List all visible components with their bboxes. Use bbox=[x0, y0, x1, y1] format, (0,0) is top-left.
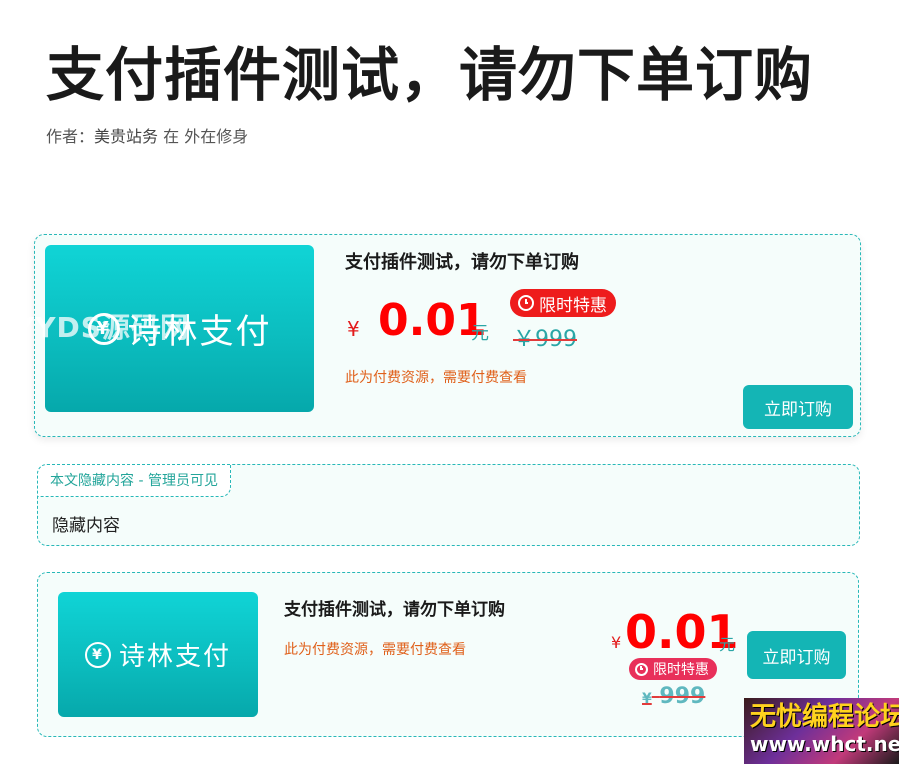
meta-prefix: 作者： bbox=[46, 127, 95, 146]
page-title: 支付插件测试，请勿下单订购 bbox=[46, 41, 814, 109]
product-title: 支付插件测试，请勿下单订购 bbox=[284, 600, 505, 620]
buy-now-button[interactable]: 立即订购 bbox=[747, 631, 846, 679]
currency-symbol: ¥ bbox=[347, 317, 360, 341]
alarm-clock-icon bbox=[635, 662, 648, 676]
alarm-clock-icon bbox=[518, 295, 534, 311]
yen-circle-icon: ¥ bbox=[84, 641, 111, 668]
brand-logo: ¥ 诗林支付 bbox=[84, 636, 231, 673]
product-card-compact: ¥ 诗林支付 支付插件测试，请勿下单订购 此为付费资源，需要付费查看 ¥ 0.0… bbox=[37, 572, 859, 737]
product-thumbnail: ¥ 诗林支付 bbox=[58, 592, 258, 717]
product-title: 支付插件测试，请勿下单订购 bbox=[345, 252, 579, 273]
limited-offer-badge: 限时特惠 bbox=[629, 658, 717, 680]
logo-title: 无忧编程论坛 bbox=[750, 702, 899, 732]
paid-resource-note: 此为付费资源，需要付费查看 bbox=[284, 642, 466, 658]
hidden-content-text: 隐藏内容 bbox=[52, 516, 120, 536]
watermark-text: YYDS源码网 bbox=[14, 311, 189, 344]
meta-suffix: 在 外在修身 bbox=[163, 127, 249, 146]
original-price: ￥999 bbox=[513, 327, 577, 352]
paid-resource-note: 此为付费资源，需要付费查看 bbox=[345, 370, 527, 386]
forum-logo: 无忧编程论坛 www.whct.net bbox=[744, 698, 899, 764]
original-price: ¥ 999 bbox=[642, 684, 705, 709]
brand-name: 诗林支付 bbox=[118, 642, 231, 672]
author-link[interactable]: 美贵站务 bbox=[94, 127, 158, 146]
badge-label: 限时特惠 bbox=[539, 295, 607, 316]
post-meta: 作者：美贵站务 在 外在修身 bbox=[46, 123, 248, 147]
price-unit: 元 bbox=[471, 323, 489, 344]
hidden-content-box: 本文隐藏内容 - 管理员可见 隐藏内容 bbox=[37, 464, 860, 546]
price-unit: 元 bbox=[719, 635, 736, 654]
logo-url: www.whct.net bbox=[750, 732, 899, 756]
badge-label: 限时特惠 bbox=[653, 662, 709, 678]
original-currency: ¥ bbox=[642, 691, 652, 707]
hidden-content-tab: 本文隐藏内容 - 管理员可见 bbox=[37, 464, 231, 497]
limited-offer-badge: 限时特惠 bbox=[510, 289, 616, 317]
original-price-value: 999 bbox=[659, 684, 706, 709]
buy-now-button[interactable]: 立即订购 bbox=[743, 385, 853, 429]
currency-symbol: ¥ bbox=[611, 633, 622, 652]
